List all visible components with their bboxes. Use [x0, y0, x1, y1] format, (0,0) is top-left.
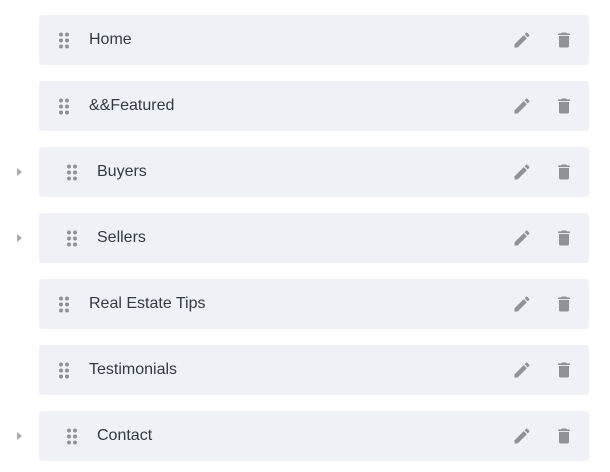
menu-item-card[interactable]: Buyers	[39, 147, 589, 197]
menu-item-list: Home &&Featured Buyers Sellers Real Esta…	[0, 0, 610, 472]
menu-item-card[interactable]: Contact	[39, 411, 589, 461]
menu-item-row: Buyers	[0, 147, 610, 197]
caret-right-icon[interactable]	[13, 430, 25, 442]
drag-handle-icon[interactable]	[58, 32, 70, 49]
caret-right-icon[interactable]	[13, 232, 25, 244]
trash-icon[interactable]	[553, 161, 575, 183]
drag-handle-icon[interactable]	[66, 428, 78, 445]
menu-item-row: Contact	[0, 411, 610, 461]
trash-icon[interactable]	[553, 95, 575, 117]
edit-icon[interactable]	[511, 161, 533, 183]
edit-icon[interactable]	[511, 29, 533, 51]
trash-icon[interactable]	[553, 359, 575, 381]
trash-icon[interactable]	[553, 29, 575, 51]
trash-icon[interactable]	[553, 293, 575, 315]
menu-item-label: Testimonials	[89, 361, 178, 378]
menu-item-card[interactable]: Home	[39, 15, 589, 65]
menu-item-label: Contact	[97, 427, 153, 444]
drag-handle-icon[interactable]	[58, 362, 70, 379]
drag-handle-icon[interactable]	[66, 164, 78, 181]
menu-item-label: Sellers	[97, 229, 146, 246]
menu-item-row: &&Featured	[0, 81, 610, 131]
edit-icon[interactable]	[511, 95, 533, 117]
menu-item-row: Real Estate Tips	[0, 279, 610, 329]
edit-icon[interactable]	[511, 293, 533, 315]
trash-icon[interactable]	[553, 227, 575, 249]
menu-item-label: Real Estate Tips	[89, 295, 206, 312]
edit-icon[interactable]	[511, 359, 533, 381]
drag-handle-icon[interactable]	[58, 98, 70, 115]
edit-icon[interactable]	[511, 227, 533, 249]
menu-item-card[interactable]: Sellers	[39, 213, 589, 263]
drag-handle-icon[interactable]	[58, 296, 70, 313]
edit-icon[interactable]	[511, 425, 533, 447]
menu-item-row: Home	[0, 15, 610, 65]
menu-item-label: Buyers	[97, 163, 147, 180]
trash-icon[interactable]	[553, 425, 575, 447]
drag-handle-icon[interactable]	[66, 230, 78, 247]
menu-item-card[interactable]: &&Featured	[39, 81, 589, 131]
menu-item-card[interactable]: Real Estate Tips	[39, 279, 589, 329]
menu-item-row: Sellers	[0, 213, 610, 263]
menu-item-row: Testimonials	[0, 345, 610, 395]
caret-right-icon[interactable]	[13, 166, 25, 178]
menu-item-card[interactable]: Testimonials	[39, 345, 589, 395]
menu-item-label: &&Featured	[89, 97, 175, 114]
menu-item-label: Home	[89, 31, 132, 48]
